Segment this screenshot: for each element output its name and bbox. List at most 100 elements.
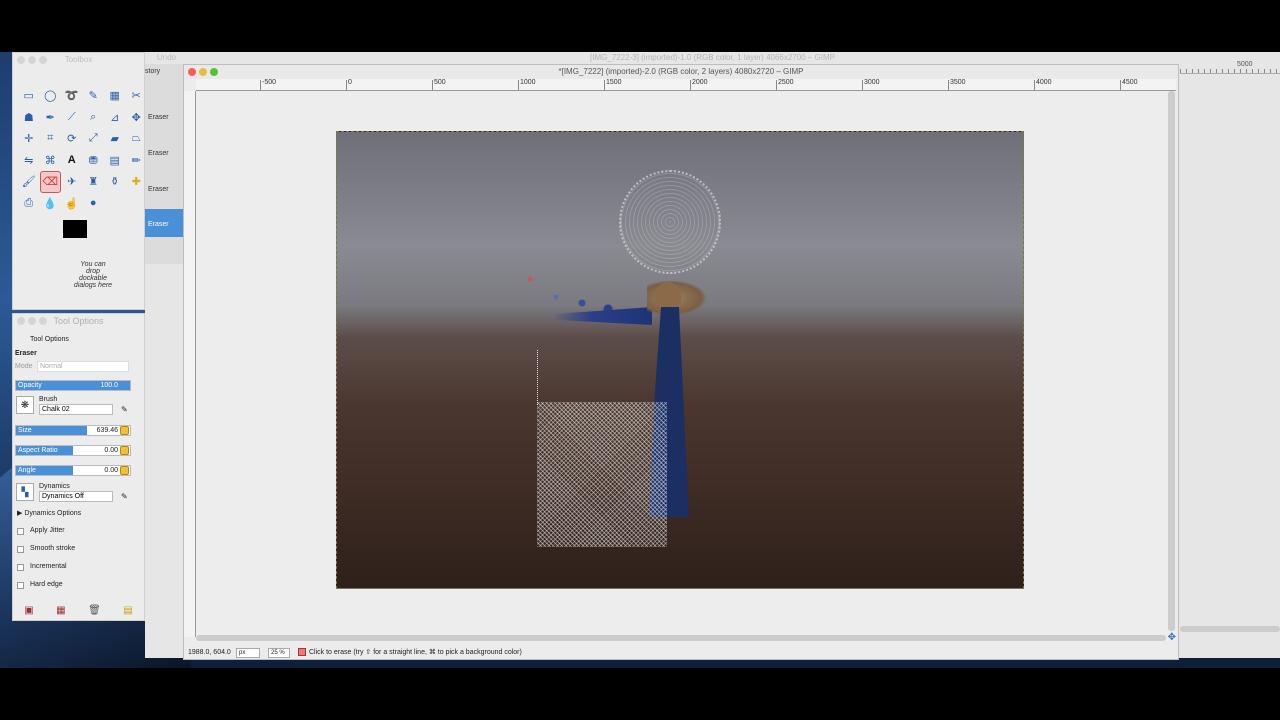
move-icon[interactable]: ✥ [126, 107, 148, 129]
tool-options-titlebar[interactable]: Tool Options [13, 314, 144, 328]
tab-tool-options[interactable]: Tool Options [16, 334, 76, 346]
apply-jitter-label: Apply Jitter [30, 527, 65, 534]
align-icon[interactable]: ✛ [18, 128, 40, 150]
navigate-icon[interactable]: ✥ [1168, 632, 1176, 643]
size-reset-icon[interactable] [120, 426, 129, 435]
history-item[interactable]: Eraser [148, 114, 169, 121]
history-item[interactable]: Eraser [148, 150, 169, 157]
hard-edge-checkbox[interactable] [17, 582, 24, 589]
foreground-select-icon[interactable]: ☗ [18, 107, 40, 129]
mode-value: Normal [40, 363, 63, 370]
paintbrush-icon[interactable]: 🖌 [18, 171, 40, 193]
rotate-icon[interactable]: ⟳ [61, 128, 83, 150]
flip-icon[interactable]: ⇋ [18, 150, 40, 172]
fuzzy-select-icon[interactable]: ✎ [83, 85, 105, 107]
smudge-icon[interactable]: ☝ [61, 193, 83, 215]
dynamics-options-expander[interactable]: ▶ Dynamics Options [17, 509, 81, 517]
background-scrollbar[interactable] [1180, 626, 1280, 632]
history-item[interactable]: Eraser [148, 186, 169, 193]
minimize-button[interactable] [28, 56, 36, 64]
dodge-burn-icon[interactable]: ● [83, 193, 105, 215]
angle-slider[interactable]: Angle 0.00 [15, 465, 131, 476]
brush-field[interactable]: Chalk 02 [39, 404, 113, 415]
close-button[interactable] [17, 56, 25, 64]
minimize-button[interactable] [28, 317, 36, 325]
lasso-icon[interactable]: ➰ [61, 85, 83, 107]
opacity-label: Opacity [18, 382, 42, 389]
angle-reset-icon[interactable] [120, 466, 129, 475]
smooth-stroke-checkbox[interactable] [17, 546, 24, 553]
blur-icon[interactable]: 💧 [40, 193, 62, 215]
window-controls[interactable] [17, 56, 47, 64]
aspect-ratio-reset-icon[interactable] [120, 446, 129, 455]
dynamics-field[interactable]: Dynamics Off [39, 491, 113, 502]
color-picker-icon[interactable]: ⟋ [61, 107, 83, 129]
ruler-tick [776, 80, 777, 90]
incremental-label: Incremental [30, 563, 67, 570]
delete-options-icon[interactable]: 🗑 [88, 605, 101, 616]
image-window[interactable]: *[IMG_7222] (imported)-2.0 (RGB color, 2… [183, 64, 1179, 660]
minimize-button[interactable] [199, 68, 207, 76]
mode-select[interactable]: Normal [37, 361, 129, 372]
eraser-icon[interactable]: ⌫ [39, 171, 61, 193]
blend-icon[interactable]: ▤ [104, 150, 126, 172]
tool-options-window[interactable]: Tool Options Tool Options Eraser Mode No… [12, 313, 145, 621]
scale-icon[interactable]: ⤢ [83, 128, 105, 150]
history-dock[interactable]: story Eraser Eraser Eraser Eraser [145, 64, 185, 264]
ruler-tick [432, 80, 433, 90]
perspective-icon[interactable]: ⏢ [126, 128, 148, 150]
opacity-slider[interactable]: Opacity 100.0 [15, 380, 131, 391]
zoom-select[interactable]: 25 % [268, 648, 290, 658]
horizontal-scrollbar[interactable] [196, 635, 1166, 641]
incremental-checkbox[interactable] [17, 564, 24, 571]
vertical-scrollbar[interactable] [1168, 91, 1175, 631]
window-controls[interactable] [188, 68, 218, 76]
text-icon[interactable]: A [61, 150, 83, 172]
ellipse-select-icon[interactable]: ◯ [40, 85, 62, 107]
unit-select[interactable]: px [236, 648, 260, 658]
crop-icon[interactable]: ⌗ [40, 128, 62, 150]
ink-icon[interactable]: ♜ [83, 171, 105, 193]
close-button[interactable] [188, 68, 196, 76]
eraser-icon [298, 648, 306, 657]
zoom-button[interactable] [39, 317, 47, 325]
scissors-icon[interactable]: ✂ [126, 85, 148, 107]
cage-icon[interactable]: ⌘ [40, 150, 62, 172]
window-controls[interactable] [17, 317, 47, 325]
zoom-icon[interactable]: ⌕ [83, 107, 105, 129]
image-window-titlebar[interactable]: *[IMG_7222] (imported)-2.0 (RGB color, 2… [184, 65, 1178, 79]
dynamics-edit-icon[interactable]: ✎ [121, 492, 128, 501]
toolbox-window[interactable]: Toolbox ▭ ◯ ➰ ✎ ▦ ✂ ☗ ✒ ⟋ ⌕ ⊿ ✥ ✛ ⌗ ⟳ ⤢ … [12, 52, 145, 310]
save-options-icon[interactable]: ▣ [24, 605, 33, 616]
horizontal-ruler[interactable]: -500 0 500 1000 1500 2000 2500 3000 3500 4000 4500 [196, 79, 1176, 91]
bucket-fill-icon[interactable]: ⛃ [83, 150, 105, 172]
rect-select-icon[interactable]: ▭ [18, 85, 40, 107]
restore-options-icon[interactable]: ▦ [56, 605, 65, 616]
color-select-icon[interactable]: ▦ [104, 85, 126, 107]
aspect-ratio-slider[interactable]: Aspect Ratio 0.00 [15, 445, 131, 456]
canvas-area[interactable] [196, 91, 1166, 637]
history-tab[interactable]: story [145, 68, 160, 75]
brush-preview-icon[interactable]: ❋ [16, 396, 34, 414]
zoom-button[interactable] [39, 56, 47, 64]
clone-icon[interactable]: ⚱ [104, 171, 126, 193]
vertical-ruler[interactable] [184, 91, 196, 637]
size-slider[interactable]: Size 639.46 [15, 425, 131, 436]
pencil-icon[interactable]: ✏ [126, 150, 148, 172]
heal-icon[interactable]: ✚ [126, 171, 148, 193]
shear-icon[interactable]: ▰ [104, 128, 126, 150]
dynamics-preview-icon[interactable]: ▚ [16, 483, 34, 501]
airbrush-icon[interactable]: ✈ [61, 171, 83, 193]
toolbox-titlebar[interactable]: Toolbox [13, 53, 144, 67]
image-canvas[interactable] [336, 131, 1024, 589]
foreground-color-swatch[interactable] [63, 220, 87, 238]
paths-icon[interactable]: ✒ [40, 107, 62, 129]
reset-options-icon[interactable]: ▤ [123, 605, 132, 616]
perspective-clone-icon[interactable]: ⎙ [18, 193, 40, 215]
measure-icon[interactable]: ⊿ [104, 107, 126, 129]
apply-jitter-checkbox[interactable] [17, 528, 24, 535]
close-button[interactable] [17, 317, 25, 325]
brush-edit-icon[interactable]: ✎ [121, 405, 128, 414]
history-item-selected[interactable]: Eraser [145, 209, 185, 237]
zoom-button[interactable] [210, 68, 218, 76]
